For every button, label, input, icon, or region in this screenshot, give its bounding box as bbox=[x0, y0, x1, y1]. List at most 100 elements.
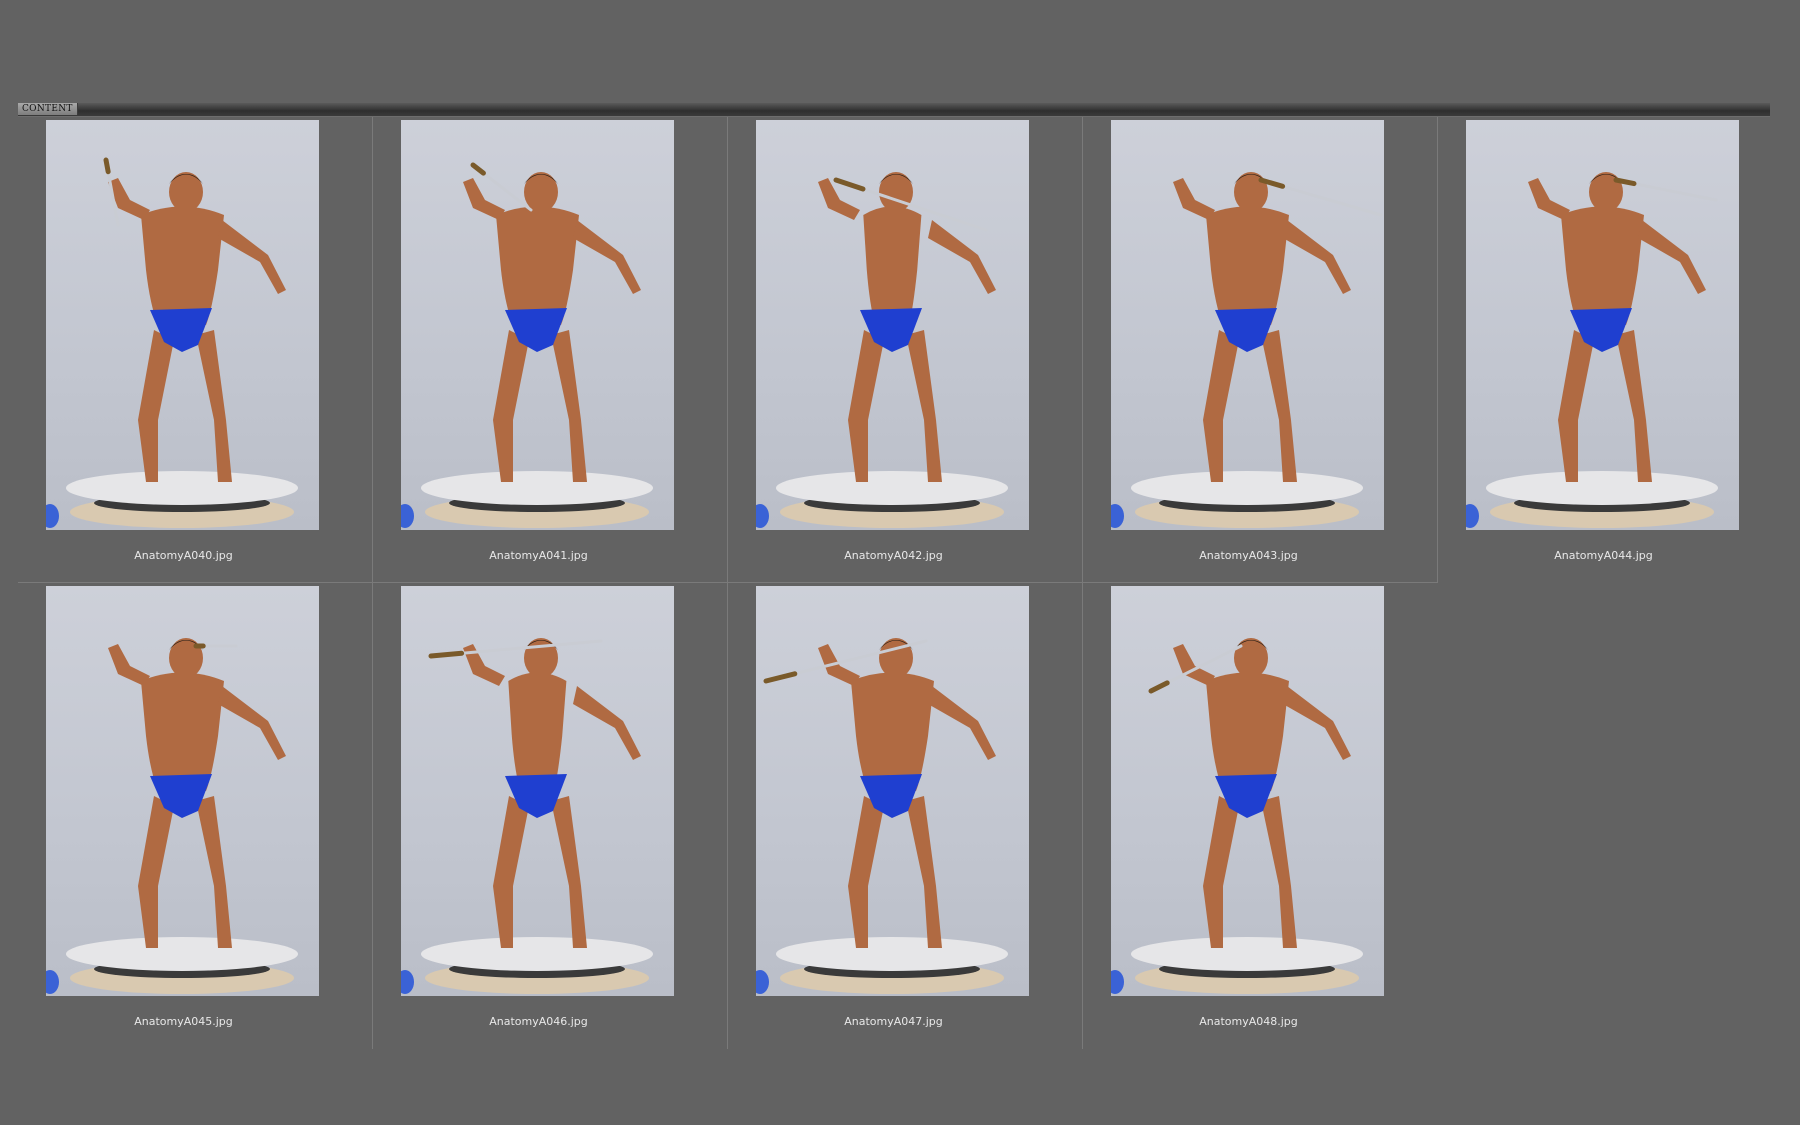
figure-leg bbox=[493, 796, 529, 948]
figure-leg bbox=[551, 330, 587, 482]
thumbnail-item[interactable]: AnatomyA048.jpg bbox=[1083, 583, 1438, 1049]
figure-sword-hilt bbox=[763, 671, 798, 684]
figure-leg bbox=[138, 796, 174, 948]
thumbnail-filename: AnatomyA048.jpg bbox=[1199, 1015, 1298, 1028]
figure-arm bbox=[1173, 178, 1215, 220]
thumbnail-image[interactable] bbox=[1111, 586, 1384, 996]
photo-placeholder bbox=[401, 162, 653, 528]
turntable-top bbox=[1131, 471, 1363, 505]
figure-leg bbox=[906, 796, 942, 948]
turntable-top bbox=[66, 471, 298, 505]
thumbnail-grid: AnatomyA040.jpg AnatomyA041.jpg AnatomyA… bbox=[18, 117, 1773, 1049]
thumbnail-image[interactable] bbox=[756, 120, 1029, 530]
figure-leg bbox=[1203, 330, 1239, 482]
figure-leg bbox=[848, 796, 884, 948]
figure-arm bbox=[108, 644, 150, 686]
corner-prop bbox=[46, 970, 59, 994]
thumbnail-item[interactable]: AnatomyA041.jpg bbox=[373, 117, 728, 583]
figure-sword-hilt bbox=[1613, 177, 1637, 187]
photo-placeholder bbox=[1111, 638, 1363, 994]
figure-leg bbox=[1616, 330, 1652, 482]
figure-sword-hilt bbox=[428, 650, 465, 659]
figure-arm bbox=[1283, 220, 1351, 294]
thumbnail-item[interactable]: AnatomyA045.jpg bbox=[18, 583, 373, 1049]
photo-placeholder bbox=[1111, 172, 1383, 528]
figure-head bbox=[169, 172, 203, 212]
thumbnail-filename: AnatomyA045.jpg bbox=[134, 1015, 233, 1028]
corner-prop bbox=[1111, 504, 1124, 528]
figure-arm bbox=[1638, 220, 1706, 294]
thumbnail-image[interactable] bbox=[46, 120, 319, 530]
corner-prop bbox=[756, 970, 769, 994]
thumbnail-filename: AnatomyA047.jpg bbox=[844, 1015, 943, 1028]
figure-leg bbox=[196, 330, 232, 482]
corner-prop bbox=[401, 970, 414, 994]
corner-prop bbox=[756, 504, 769, 528]
thumbnail-image[interactable] bbox=[1466, 120, 1739, 530]
thumbnail-item[interactable]: AnatomyA043.jpg bbox=[1083, 117, 1438, 583]
figure-leg bbox=[1261, 796, 1297, 948]
figure-torso bbox=[1561, 206, 1644, 325]
turntable-top bbox=[1131, 937, 1363, 971]
figure-head bbox=[879, 172, 913, 212]
corner-prop bbox=[46, 504, 59, 528]
figure-leg bbox=[906, 330, 942, 482]
figure-torso bbox=[1206, 206, 1289, 325]
figure-arm bbox=[1283, 686, 1351, 760]
thumbnail-filename: AnatomyA043.jpg bbox=[1199, 549, 1298, 562]
thumbnail-image[interactable] bbox=[756, 586, 1029, 996]
turntable-top bbox=[776, 937, 1008, 971]
figure-torso bbox=[508, 672, 567, 791]
corner-prop bbox=[1111, 970, 1124, 994]
photo-placeholder bbox=[756, 172, 1008, 528]
figure-sword-hilt bbox=[470, 162, 486, 176]
figure-arm bbox=[1528, 178, 1570, 220]
figure-leg bbox=[848, 330, 884, 482]
figure-sword-hilt bbox=[103, 157, 111, 175]
photo-placeholder bbox=[756, 638, 1008, 994]
figure-sword-hilt bbox=[1148, 680, 1170, 694]
figure-head bbox=[524, 172, 558, 212]
photo-placeholder bbox=[46, 638, 298, 994]
figure-arm bbox=[573, 686, 641, 760]
thumbnail-item[interactable]: AnatomyA047.jpg bbox=[728, 583, 1083, 1049]
thumbnail-item[interactable]: AnatomyA040.jpg bbox=[18, 117, 373, 583]
figure-leg bbox=[138, 330, 174, 482]
figure-leg bbox=[1261, 330, 1297, 482]
figure-sword-hilt bbox=[833, 177, 866, 192]
figure-torso bbox=[496, 206, 579, 325]
figure-leg bbox=[1203, 796, 1239, 948]
figure-leg bbox=[196, 796, 232, 948]
turntable-top bbox=[66, 937, 298, 971]
turntable-top bbox=[421, 937, 653, 971]
thumbnail-image[interactable] bbox=[401, 586, 674, 996]
thumbnail-item[interactable]: AnatomyA044.jpg bbox=[1438, 117, 1793, 583]
figure-leg bbox=[551, 796, 587, 948]
figure-arm bbox=[928, 686, 996, 760]
figure-torso bbox=[863, 206, 922, 325]
figure-arm bbox=[218, 686, 286, 760]
photo-placeholder bbox=[1466, 172, 1718, 528]
corner-prop bbox=[401, 504, 414, 528]
figure-arm bbox=[218, 220, 286, 294]
thumbnail-image[interactable] bbox=[1111, 120, 1384, 530]
thumbnail-filename: AnatomyA040.jpg bbox=[134, 549, 233, 562]
thumbnail-filename: AnatomyA042.jpg bbox=[844, 549, 943, 562]
thumbnail-filename: AnatomyA044.jpg bbox=[1554, 549, 1653, 562]
figure-leg bbox=[1558, 330, 1594, 482]
thumbnail-image[interactable] bbox=[401, 120, 674, 530]
thumbnail-filename: AnatomyA041.jpg bbox=[489, 549, 588, 562]
content-panel-tab[interactable]: CONTENT bbox=[18, 103, 78, 115]
thumbnail-item[interactable]: AnatomyA046.jpg bbox=[373, 583, 728, 1049]
thumbnail-image[interactable] bbox=[46, 586, 319, 996]
figure-head bbox=[1234, 638, 1268, 678]
figure-torso bbox=[1206, 672, 1289, 791]
thumbnail-filename: AnatomyA046.jpg bbox=[489, 1015, 588, 1028]
corner-prop bbox=[1466, 504, 1479, 528]
figure-torso bbox=[851, 672, 934, 791]
content-panel-header: CONTENT bbox=[18, 103, 1770, 117]
figure-arm bbox=[573, 220, 641, 294]
thumbnail-item[interactable]: AnatomyA042.jpg bbox=[728, 117, 1083, 583]
turntable-top bbox=[421, 471, 653, 505]
figure-arm bbox=[1173, 644, 1215, 686]
